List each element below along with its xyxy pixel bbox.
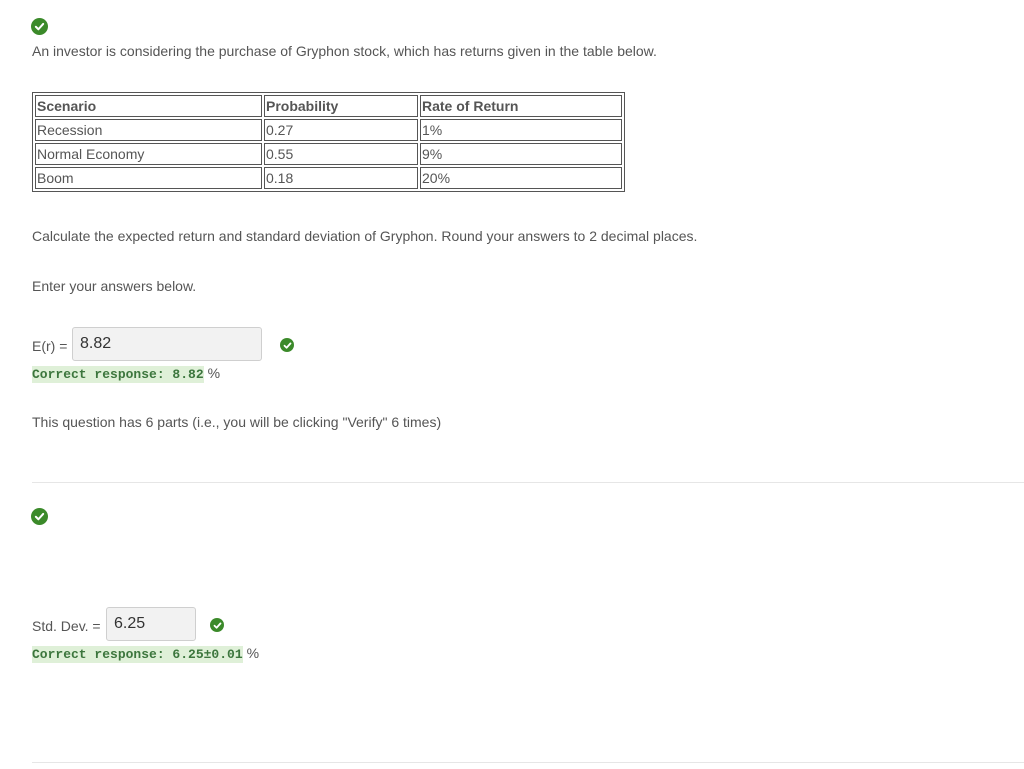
cell-rate: 1% [420,119,622,141]
part2-correct-check-icon [31,508,48,525]
bottom-divider [32,762,1024,763]
er-unit: % [207,365,221,381]
header-rate-of-return: Rate of Return [420,95,622,117]
sd-input[interactable]: 6.25 [106,607,196,641]
sd-label: Std. Dev. = [32,618,101,634]
cell-scenario: Boom [35,167,262,189]
cell-probability: 0.27 [264,119,418,141]
er-correct-response: Correct response: 8.82% [32,365,220,383]
cell-rate: 20% [420,167,622,189]
header-scenario: Scenario [35,95,262,117]
question-intro: An investor is considering the purchase … [32,43,657,59]
instruction-text: Calculate the expected return and standa… [32,228,698,244]
cell-rate: 9% [420,143,622,165]
table-header-row: Scenario Probability Rate of Return [35,95,622,117]
cell-scenario: Normal Economy [35,143,262,165]
cell-scenario: Recession [35,119,262,141]
er-label: E(r) = [32,338,68,354]
sd-correct-response: Correct response: 6.25±0.01% [32,645,259,663]
enter-prompt: Enter your answers below. [32,278,197,294]
part1-correct-check-icon [31,18,48,35]
header-probability: Probability [264,95,418,117]
er-input[interactable]: 8.82 [72,327,262,361]
er-correct-response-text: Correct response: 8.82 [32,366,204,383]
table-row: Boom 0.18 20% [35,167,622,189]
returns-table: Scenario Probability Rate of Return Rece… [32,92,625,192]
part-divider [32,482,1024,483]
table-row: Normal Economy 0.55 9% [35,143,622,165]
cell-probability: 0.55 [264,143,418,165]
parts-note: This question has 6 parts (i.e., you wil… [32,414,442,430]
sd-correct-check-icon [210,618,224,632]
sd-correct-response-text: Correct response: 6.25±0.01 [32,646,243,663]
table-row: Recession 0.27 1% [35,119,622,141]
cell-probability: 0.18 [264,167,418,189]
er-correct-check-icon [280,338,294,352]
sd-unit: % [246,645,260,661]
